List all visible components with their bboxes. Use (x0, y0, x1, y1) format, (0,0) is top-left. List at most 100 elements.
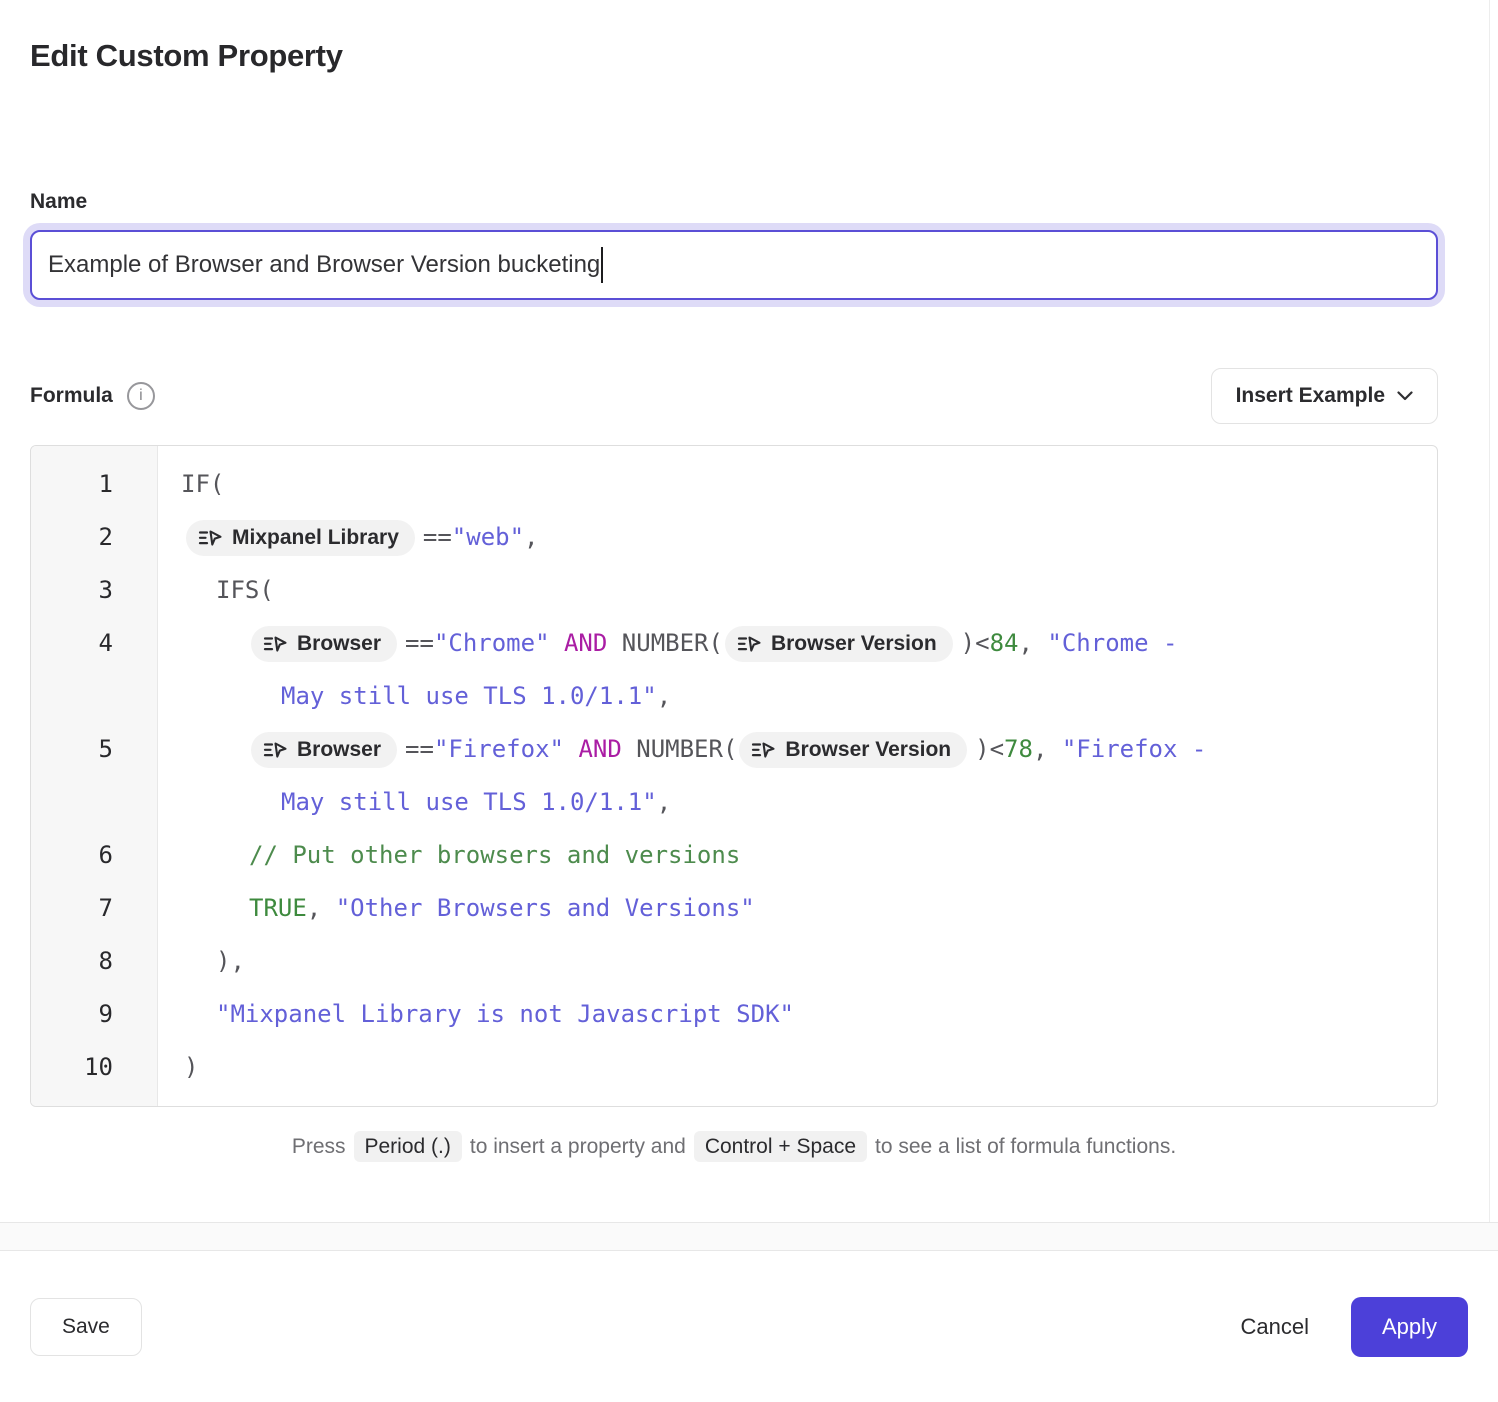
event-property-icon (198, 527, 222, 549)
scrollbar-track[interactable] (1489, 0, 1490, 1222)
code-text[interactable]: IF( (157, 458, 1437, 511)
key-badge-period: Period (.) (354, 1131, 462, 1162)
token-op: == (423, 523, 452, 551)
line-number: 3 (31, 564, 157, 617)
formula-editor[interactable]: 1IF(2Mixpanel Library=="web",3IFS(4Brows… (30, 445, 1438, 1107)
chip-label: Browser Version (771, 630, 937, 657)
token-op: == (405, 629, 434, 657)
page-title: Edit Custom Property (30, 38, 1438, 74)
token-op: < (990, 735, 1004, 763)
line-number: 5 (31, 723, 157, 829)
code-text[interactable]: ), (157, 935, 1437, 988)
event-property-icon (263, 739, 287, 761)
apply-button[interactable]: Apply (1351, 1297, 1468, 1357)
token-plain: IFS( (216, 576, 274, 604)
code-line: 3 IFS( (31, 564, 1437, 617)
token-plain: , (524, 523, 538, 551)
code-text[interactable]: // Put other browsers and versions (157, 829, 1437, 882)
chip-label: Browser Version (785, 736, 951, 763)
token-plain: , (307, 894, 336, 922)
property-chip[interactable]: Browser Version (725, 626, 953, 661)
chevron-down-icon (1397, 391, 1413, 401)
code-line: 9"Mixpanel Library is not Javascript SDK… (31, 988, 1437, 1041)
token-num: 84 (990, 629, 1019, 657)
token-plain (550, 629, 564, 657)
token-plain: , (657, 682, 671, 710)
dialog-body: Edit Custom Property Name Example of Bro… (0, 0, 1498, 1223)
token-string: "Other Browsers and Versions" (336, 894, 755, 922)
line-number: 2 (31, 511, 157, 564)
chip-label: Browser (297, 630, 381, 657)
hint-press: Press (292, 1135, 346, 1158)
name-input-value: Example of Browser and Browser Version b… (48, 251, 600, 279)
token-string: "web" (452, 523, 524, 551)
token-plain: ) (975, 735, 989, 763)
token-kw: AND (578, 735, 621, 763)
token-string: May still use TLS 1.0/1.1" (281, 682, 657, 710)
formula-hint: PressPeriod (.)to insert a property andC… (30, 1133, 1438, 1161)
code-text[interactable]: Mixpanel Library =="web", (157, 511, 1437, 564)
token-string: "Chrome" (434, 629, 550, 657)
code-line: 8), (31, 935, 1437, 988)
insert-example-button[interactable]: Insert Example (1211, 368, 1438, 424)
text-caret (601, 247, 603, 283)
line-number: 8 (31, 935, 157, 988)
token-plain: ) (184, 1053, 198, 1081)
token-bool: TRUE (249, 894, 307, 922)
save-button[interactable]: Save (30, 1298, 142, 1356)
property-chip[interactable]: Browser Version (739, 732, 967, 767)
code-line: 4 Browser =="Chrome" AND NUMBER( Browser Ve… (31, 617, 1437, 723)
token-plain: , (1033, 735, 1062, 763)
line-number: 10 (31, 1041, 157, 1094)
code-text[interactable]: ) (157, 1041, 1437, 1094)
code-line: 6 // Put other browsers and versions (31, 829, 1437, 882)
event-property-icon (751, 739, 775, 761)
token-string: May still use TLS 1.0/1.1" (281, 788, 657, 816)
code-text[interactable]: Browser=="Firefox" AND NUMBER(Browser Ve… (157, 723, 1437, 829)
formula-editor-lines: 1IF(2Mixpanel Library=="web",3IFS(4Brows… (31, 458, 1437, 1094)
token-plain: , (1018, 629, 1047, 657)
key-badge-control-space: Control + Space (694, 1131, 867, 1162)
footer-divider-strip (0, 1223, 1498, 1251)
name-input[interactable]: Example of Browser and Browser Version b… (30, 230, 1438, 300)
property-chip[interactable]: Browser (251, 732, 397, 767)
token-plain: , (657, 788, 671, 816)
token-kw: AND (564, 629, 607, 657)
code-line: 1 IF( (31, 458, 1437, 511)
line-number: 6 (31, 829, 157, 882)
token-op: < (975, 629, 989, 657)
code-text[interactable]: IFS( (157, 564, 1437, 617)
hint-tail: to see a list of formula functions. (875, 1135, 1176, 1158)
token-string: "Chrome - (1047, 629, 1177, 657)
insert-example-label: Insert Example (1236, 384, 1385, 408)
line-number: 1 (31, 458, 157, 511)
property-chip[interactable]: Mixpanel Library (186, 520, 415, 555)
token-plain: NUMBER( (622, 735, 738, 763)
token-plain (564, 735, 578, 763)
token-comment: // Put other browsers and versions (249, 841, 740, 869)
token-string: "Firefox - (1062, 735, 1207, 763)
code-line: 7TRUE, "Other Browsers and Versions" (31, 882, 1437, 935)
token-plain: ) (961, 629, 975, 657)
chip-label: Browser (297, 736, 381, 763)
info-icon[interactable]: i (127, 382, 155, 410)
token-plain: ), (216, 947, 245, 975)
cancel-button[interactable]: Cancel (1240, 1314, 1308, 1340)
code-line: 2 Mixpanel Library =="web", (31, 511, 1437, 564)
token-num: 78 (1004, 735, 1033, 763)
token-plain: NUMBER( (607, 629, 723, 657)
name-label: Name (30, 190, 1438, 214)
formula-label: Formula (30, 384, 113, 408)
code-text[interactable]: Browser =="Chrome" AND NUMBER( Browser Ver… (157, 617, 1437, 723)
footer: Save Cancel Apply (0, 1251, 1498, 1357)
token-plain: IF( (181, 470, 224, 498)
event-property-icon (263, 633, 287, 655)
property-chip[interactable]: Browser (251, 626, 397, 661)
line-number: 4 (31, 617, 157, 723)
token-string: "Firefox" (434, 735, 564, 763)
code-text[interactable]: "Mixpanel Library is not Javascript SDK" (157, 988, 1437, 1041)
event-property-icon (737, 633, 761, 655)
token-string: "Mixpanel Library is not Javascript SDK" (216, 1000, 794, 1028)
code-text[interactable]: TRUE, "Other Browsers and Versions" (157, 882, 1437, 935)
code-line: 5Browser=="Firefox" AND NUMBER(Browser V… (31, 723, 1437, 829)
